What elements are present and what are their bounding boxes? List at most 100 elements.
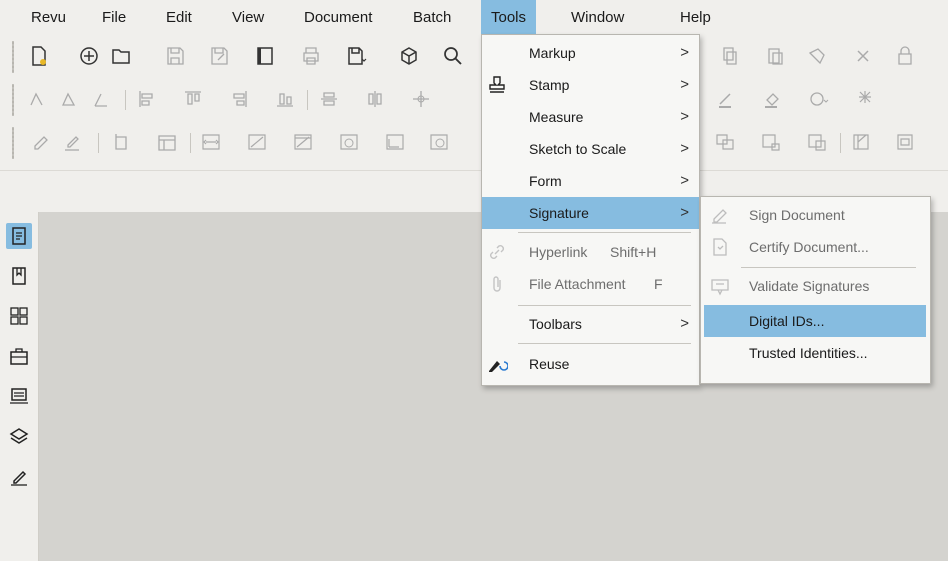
menu-item-label: Stamp xyxy=(529,77,570,93)
delete-icon[interactable] xyxy=(852,45,874,67)
extract-icon[interactable] xyxy=(850,131,872,153)
submenu-arrow-icon: > xyxy=(680,44,689,61)
save-as-icon[interactable] xyxy=(208,45,230,67)
move-icon[interactable] xyxy=(410,88,432,110)
submenu-arrow-icon: > xyxy=(680,204,689,221)
menu-item-hyperlink[interactable]: Hyperlink Shift+H xyxy=(482,236,699,268)
menu-item-shortcut: Shift+H xyxy=(610,244,657,260)
polygon-icon[interactable] xyxy=(60,88,82,110)
new-document-icon[interactable] xyxy=(28,45,50,67)
search-icon[interactable] xyxy=(442,45,464,67)
underline-pen-icon[interactable] xyxy=(62,131,84,153)
sign-pen-icon xyxy=(709,204,731,226)
menu-item-reuse[interactable]: Reuse xyxy=(482,348,699,380)
shape-dropdown-icon[interactable] xyxy=(808,88,830,110)
studio-icon[interactable] xyxy=(6,384,32,410)
menu-batch[interactable]: Batch xyxy=(403,0,461,35)
book-icon[interactable] xyxy=(254,45,276,67)
polyline-icon[interactable] xyxy=(28,88,50,110)
toolbar-grip[interactable] xyxy=(12,41,14,73)
3d-cube-icon[interactable] xyxy=(398,45,420,67)
distribute-horizontal-icon[interactable] xyxy=(318,88,340,110)
align-bottom-icon[interactable] xyxy=(274,88,296,110)
menu-item-file-attachment[interactable]: File Attachment F xyxy=(482,268,699,300)
menu-item-stamp[interactable]: Stamp > xyxy=(482,69,699,101)
thumbnails-icon[interactable] xyxy=(6,303,32,329)
menu-file[interactable]: File xyxy=(92,0,136,35)
menu-item-sketch-to-scale[interactable]: Sketch to Scale > xyxy=(482,133,699,165)
overlay-icon[interactable] xyxy=(428,131,450,153)
menu-item-certify-document[interactable]: Certify Document... xyxy=(701,231,930,263)
menu-separator xyxy=(518,305,691,306)
menu-document[interactable]: Document xyxy=(294,0,382,35)
stamp-icon xyxy=(486,74,508,96)
signatures-icon[interactable] xyxy=(6,464,32,490)
line-color-icon[interactable] xyxy=(716,88,738,110)
menu-item-label: Reuse xyxy=(529,356,570,372)
bookmarks-icon[interactable] xyxy=(6,263,32,289)
menu-item-toolbars[interactable]: Toolbars > xyxy=(482,308,699,340)
menu-item-label: Toolbars xyxy=(529,316,582,332)
submenu-arrow-icon: > xyxy=(680,315,689,332)
compare-icon[interactable] xyxy=(338,131,360,153)
menu-view[interactable]: View xyxy=(222,0,274,35)
paste-icon[interactable] xyxy=(764,45,786,67)
toolbar-grip[interactable] xyxy=(12,84,14,116)
menu-item-digital-ids[interactable]: Digital IDs... xyxy=(704,305,926,337)
menu-item-measure[interactable]: Measure > xyxy=(482,101,699,133)
copy-icon[interactable] xyxy=(718,45,740,67)
scan-dropdown-icon[interactable] xyxy=(346,45,368,67)
toolbar-row-markup xyxy=(0,78,948,121)
toolchest-icon[interactable] xyxy=(6,343,32,369)
replace-page-icon[interactable] xyxy=(806,131,828,153)
menu-item-signature[interactable]: Signature > xyxy=(482,197,699,229)
format-painter-icon[interactable] xyxy=(806,45,828,67)
crop-page-icon[interactable] xyxy=(246,131,268,153)
properties-icon[interactable] xyxy=(6,223,32,249)
toolbar-area xyxy=(0,35,948,170)
toolbar-separator xyxy=(98,133,99,153)
menu-item-trusted-identities[interactable]: Trusted Identities... xyxy=(701,337,930,369)
menu-tools[interactable]: Tools xyxy=(481,0,537,35)
align-right-icon[interactable] xyxy=(228,88,250,110)
menu-item-label: Sign Document xyxy=(749,207,845,223)
menu-separator xyxy=(741,267,916,268)
open-folder-icon[interactable] xyxy=(110,45,132,67)
menu-item-form[interactable]: Form > xyxy=(482,165,699,197)
menu-window[interactable]: Window xyxy=(561,0,634,35)
save-icon[interactable] xyxy=(164,45,186,67)
menu-item-label: Hyperlink xyxy=(529,244,588,260)
split-icon[interactable] xyxy=(714,131,736,153)
flatten-icon[interactable] xyxy=(384,131,406,153)
submenu-arrow-icon: > xyxy=(680,140,689,157)
link-icon xyxy=(486,241,508,263)
print-icon[interactable] xyxy=(300,45,322,67)
distribute-vertical-icon[interactable] xyxy=(364,88,386,110)
rotate-icon[interactable] xyxy=(110,131,132,153)
crop-icon[interactable] xyxy=(156,131,178,153)
fill-color-icon[interactable] xyxy=(762,88,784,110)
insert-page-icon[interactable] xyxy=(760,131,782,153)
toolbar-separator xyxy=(307,90,308,110)
angle-icon[interactable] xyxy=(92,88,114,110)
align-top-icon[interactable] xyxy=(182,88,204,110)
crop-page-alt-icon[interactable] xyxy=(292,131,314,153)
hatch-pattern-icon[interactable] xyxy=(856,88,878,110)
toolbar-separator xyxy=(190,133,191,153)
toolbar-grip[interactable] xyxy=(12,127,14,159)
menu-revu[interactable]: Revu xyxy=(21,0,76,35)
menu-item-markup[interactable]: Markup > xyxy=(482,37,699,69)
menu-edit[interactable]: Edit xyxy=(156,0,202,35)
align-left-icon[interactable] xyxy=(136,88,158,110)
menu-item-sign-document[interactable]: Sign Document xyxy=(701,199,930,231)
paperclip-icon xyxy=(486,273,508,295)
menu-item-validate-signatures[interactable]: Validate Signatures xyxy=(701,270,930,302)
menu-separator xyxy=(518,232,691,233)
signature-pen-icon[interactable] xyxy=(30,131,52,153)
open-plus-icon[interactable] xyxy=(78,45,100,67)
layers-icon[interactable] xyxy=(6,424,32,450)
page-setup-icon[interactable] xyxy=(894,131,916,153)
fit-width-icon[interactable] xyxy=(200,131,222,153)
lock-icon[interactable] xyxy=(894,45,916,67)
menu-help[interactable]: Help xyxy=(670,0,721,35)
